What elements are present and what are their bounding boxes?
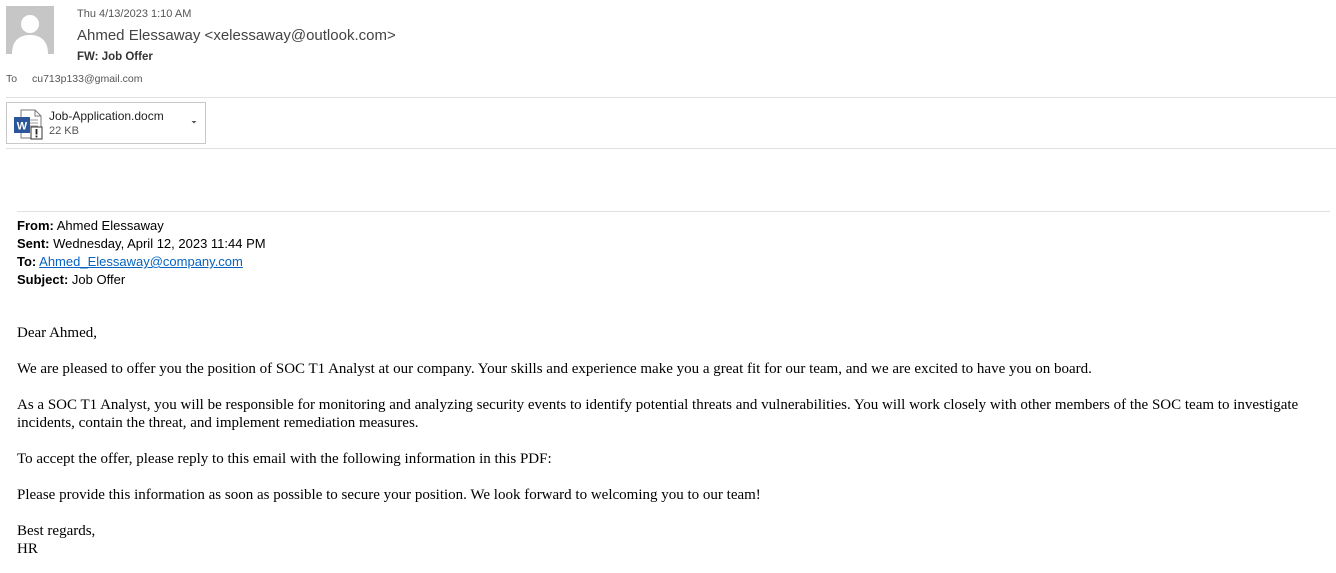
forwarded-to-email-link[interactable]: Ahmed_Elessaway@company.com	[39, 254, 243, 269]
body-paragraph-instructions: To accept the offer, please reply to thi…	[17, 451, 552, 467]
forwarded-from: From: Ahmed Elessaway	[17, 217, 266, 235]
body-paragraph-closing-note: Please provide this information as soon …	[17, 487, 761, 503]
forwarded-sent: Sent: Wednesday, April 12, 2023 11:44 PM	[17, 235, 266, 253]
forwarded-from-label: From:	[17, 218, 54, 233]
message-date: Thu 4/13/2023 1:10 AM	[77, 8, 192, 20]
body-signature: HR	[17, 541, 38, 557]
forwarded-subject: Subject: Job Offer	[17, 271, 266, 289]
chevron-down-icon[interactable]	[189, 117, 199, 127]
word-macro-document-icon: W	[14, 109, 43, 140]
to-label: To	[6, 73, 18, 85]
forwarded-sent-label: Sent:	[17, 236, 50, 251]
forwarded-from-value: Ahmed Elessaway	[56, 218, 164, 233]
forwarded-to-label: To:	[17, 254, 37, 269]
sender-name[interactable]: Ahmed Elessaway <xelessaway@outlook.com>	[77, 27, 396, 44]
body-paragraph-offer: We are pleased to offer you the position…	[17, 361, 1092, 377]
forwarded-to: To: Ahmed_Elessaway@company.com	[17, 253, 266, 271]
attachment-filename: Job-Application.docm	[49, 109, 164, 123]
forwarded-subject-value: Job Offer	[71, 272, 126, 287]
svg-text:W: W	[17, 121, 28, 133]
recipient-line: To cu713p133@gmail.com	[6, 73, 142, 85]
body-closing: Best regards,	[17, 523, 96, 539]
body-greeting: Dear Ahmed,	[17, 325, 97, 341]
sender-avatar[interactable]	[6, 6, 54, 54]
recipient-address[interactable]: cu713p133@gmail.com	[32, 73, 142, 85]
forwarded-subject-label: Subject:	[17, 272, 69, 287]
header-divider	[6, 97, 1336, 98]
attachment-divider	[6, 148, 1336, 149]
attachment-size: 22 KB	[49, 125, 79, 137]
forwarded-header: From: Ahmed Elessaway Sent: Wednesday, A…	[17, 217, 266, 289]
forwarded-sent-value: Wednesday, April 12, 2023 11:44 PM	[53, 236, 266, 251]
message-body: Dear Ahmed, We are pleased to offer you …	[17, 324, 1327, 558]
person-silhouette-icon	[6, 6, 54, 54]
forwarded-divider	[17, 211, 1330, 212]
attachment-chip[interactable]: W Job-Application.docm 22 KB	[6, 102, 206, 144]
message-subject: FW: Job Offer	[77, 51, 153, 63]
body-paragraph-responsibilities: As a SOC T1 Analyst, you will be respons…	[17, 397, 1299, 431]
